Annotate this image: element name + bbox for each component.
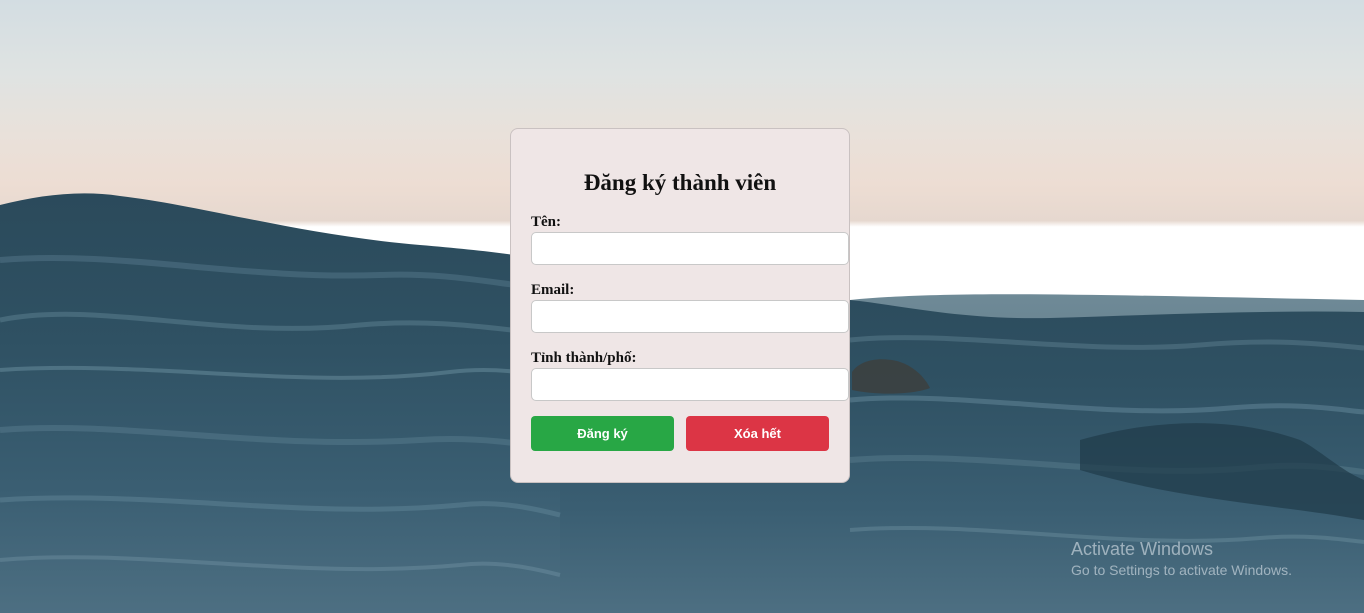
activate-windows-watermark: Activate Windows Go to Settings to activ… bbox=[1071, 538, 1292, 579]
name-label: Tên: bbox=[531, 214, 561, 230]
city-input[interactable] bbox=[531, 368, 849, 401]
clear-all-button[interactable]: Xóa hết bbox=[686, 416, 829, 451]
email-label: Email: bbox=[531, 282, 575, 298]
register-button[interactable]: Đăng ký bbox=[531, 416, 674, 451]
form-actions: Đăng ký Xóa hết bbox=[531, 416, 829, 451]
email-input[interactable] bbox=[531, 300, 849, 333]
registration-form-card: Đăng ký thành viên Tên: Email: Tỉnh thàn… bbox=[510, 128, 850, 483]
watermark-title: Activate Windows bbox=[1071, 539, 1214, 559]
city-label: Tỉnh thành/phố: bbox=[531, 350, 637, 366]
watermark-subtitle: Go to Settings to activate Windows. bbox=[1071, 562, 1292, 578]
name-input[interactable] bbox=[531, 232, 849, 265]
form-title: Đăng ký thành viên bbox=[583, 170, 777, 195]
